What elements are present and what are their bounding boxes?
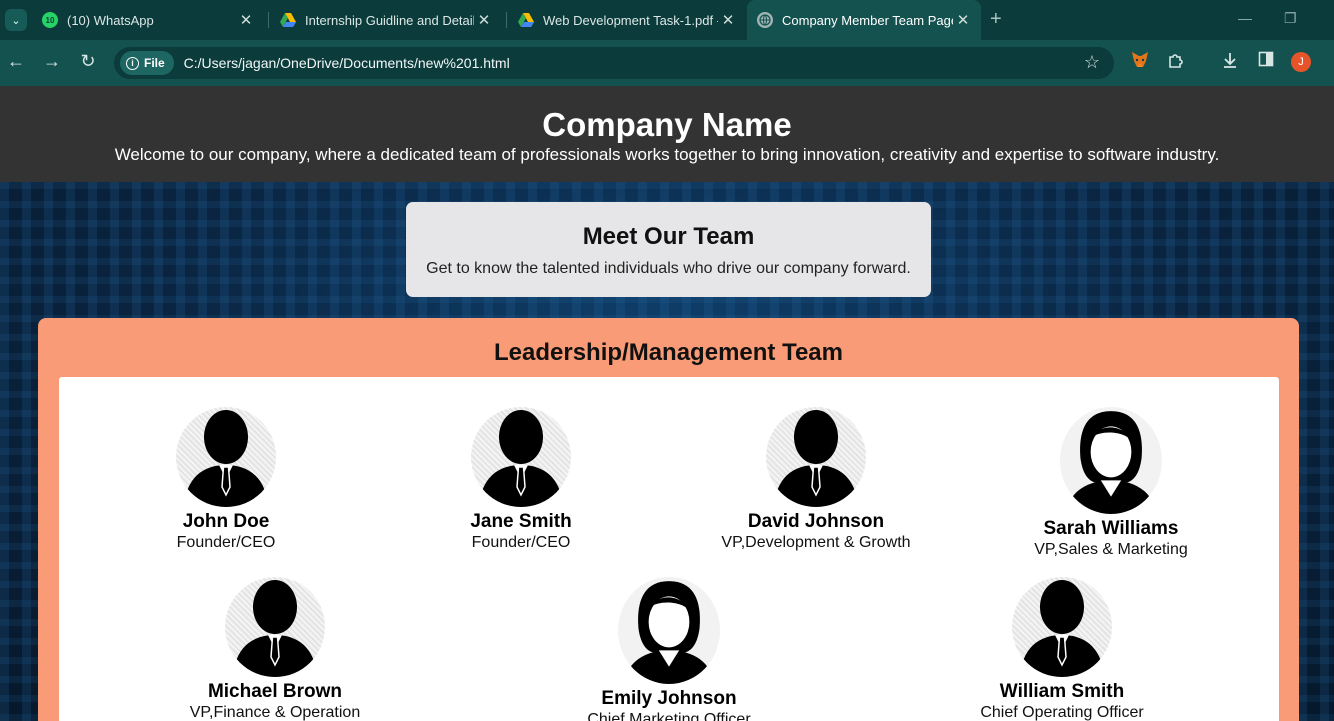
site-info-label: File bbox=[144, 56, 165, 70]
close-icon[interactable]: ✕ bbox=[474, 11, 494, 29]
member-card: Michael Brown VP,Finance & Operation bbox=[125, 577, 425, 721]
reload-icon[interactable]: ↻ bbox=[76, 51, 100, 72]
tab-separator bbox=[506, 12, 507, 28]
male-avatar-icon bbox=[766, 407, 866, 507]
browser-tab-bar: ⌄ 10 (10) WhatsApp ✕ Internship Guidline… bbox=[0, 0, 1334, 40]
member-card: John Doe Founder/CEO bbox=[76, 407, 376, 552]
member-name: William Smith bbox=[999, 681, 1125, 702]
tab-company-member-team[interactable]: Company Member Team Page ✕ bbox=[747, 0, 981, 40]
member-card: David Johnson VP,Development & Growth bbox=[666, 407, 966, 552]
member-role: Chief Marketing Officer bbox=[587, 711, 751, 721]
members-grid: John Doe Founder/CEO Jane Smith Founder/… bbox=[59, 377, 1279, 721]
male-avatar-icon bbox=[225, 577, 325, 677]
member-name: Sarah Williams bbox=[1043, 518, 1179, 539]
member-name: David Johnson bbox=[747, 511, 885, 532]
whatsapp-icon: 10 bbox=[42, 12, 58, 28]
company-header: Company Name Welcome to our company, whe… bbox=[0, 86, 1334, 182]
page-title: Company Name bbox=[542, 106, 792, 143]
tab-title: Internship Guidline and Details.pdf bbox=[305, 12, 474, 28]
member-name: Jane Smith bbox=[470, 511, 572, 532]
extensions-puzzle-icon[interactable] bbox=[1164, 51, 1188, 74]
member-card: Sarah Williams VP,Sales & Marketing bbox=[961, 407, 1261, 559]
tab-internship-guideline[interactable]: Internship Guidline and Details.pdf ✕ bbox=[270, 0, 502, 40]
side-panel-icon[interactable] bbox=[1254, 51, 1278, 72]
company-tagline: Welcome to our company, where a dedicate… bbox=[114, 145, 1220, 164]
new-tab-icon[interactable]: + bbox=[990, 8, 1002, 31]
profile-avatar[interactable]: J bbox=[1291, 52, 1311, 72]
section-title: Meet Our Team bbox=[582, 223, 755, 250]
member-role: VP,Sales & Marketing bbox=[1034, 541, 1188, 558]
member-role: VP,Development & Growth bbox=[721, 534, 911, 551]
tab-whatsapp[interactable]: 10 (10) WhatsApp ✕ bbox=[32, 0, 264, 40]
male-avatar-icon bbox=[176, 407, 276, 507]
close-icon[interactable]: ✕ bbox=[953, 11, 973, 29]
female-avatar-icon bbox=[618, 577, 720, 684]
female-avatar-icon bbox=[1060, 407, 1162, 514]
section-subtitle: Get to know the talented individuals who… bbox=[426, 260, 911, 277]
forward-icon[interactable]: → bbox=[40, 51, 64, 72]
restore-icon[interactable]: ❐ bbox=[1284, 10, 1297, 27]
browser-toolbar: ← → ↻ i File C:/Users/jagan/OneDrive/Doc… bbox=[0, 40, 1334, 86]
leadership-team-section: Leadership/Management Team John Doe Foun… bbox=[38, 318, 1299, 721]
tab-web-dev-task[interactable]: Web Development Task-1.pdf - Google Driv… bbox=[508, 0, 746, 40]
tab-title: Company Member Team Page bbox=[782, 12, 953, 28]
tab-title: Web Development Task-1.pdf - Google Driv… bbox=[543, 12, 718, 28]
minimize-icon[interactable]: — bbox=[1238, 10, 1252, 26]
member-card: Emily Johnson Chief Marketing Officer bbox=[519, 577, 819, 721]
tab-title: (10) WhatsApp bbox=[67, 12, 154, 28]
member-card: William Smith Chief Operating Officer bbox=[912, 577, 1212, 721]
member-role: Founder/CEO bbox=[176, 534, 276, 551]
member-card: Jane Smith Founder/CEO bbox=[371, 407, 671, 552]
male-avatar-icon bbox=[1012, 577, 1112, 677]
tab-search-icon[interactable]: ⌄ bbox=[5, 9, 27, 31]
member-role: VP,Finance & Operation bbox=[189, 704, 361, 721]
member-name: Emily Johnson bbox=[601, 688, 737, 709]
address-bar[interactable]: i File C:/Users/jagan/OneDrive/Documents… bbox=[114, 47, 1114, 79]
info-icon: i bbox=[126, 56, 139, 70]
google-drive-icon bbox=[518, 12, 534, 28]
back-icon[interactable]: ← bbox=[4, 51, 28, 72]
member-name: John Doe bbox=[182, 511, 270, 532]
bookmark-star-icon[interactable]: ☆ bbox=[1084, 52, 1100, 73]
google-drive-icon bbox=[280, 12, 296, 28]
member-role: Founder/CEO bbox=[471, 534, 571, 551]
globe-icon bbox=[757, 12, 773, 28]
metamask-fox-icon[interactable] bbox=[1128, 51, 1152, 73]
site-info-chip[interactable]: i File bbox=[120, 51, 174, 75]
close-icon[interactable]: ✕ bbox=[236, 11, 256, 29]
meet-our-team-card: Meet Our Team Get to know the talented i… bbox=[406, 202, 931, 297]
tab-separator bbox=[268, 12, 269, 28]
download-icon[interactable] bbox=[1218, 51, 1242, 74]
page-content: Company Name Welcome to our company, whe… bbox=[0, 86, 1334, 721]
member-name: Michael Brown bbox=[207, 681, 343, 702]
close-icon[interactable]: ✕ bbox=[718, 11, 738, 29]
male-avatar-icon bbox=[471, 407, 571, 507]
leadership-title: Leadership/Management Team bbox=[494, 339, 843, 366]
member-role: Chief Operating Officer bbox=[980, 704, 1144, 721]
url-text[interactable]: C:/Users/jagan/OneDrive/Documents/new%20… bbox=[184, 55, 510, 71]
